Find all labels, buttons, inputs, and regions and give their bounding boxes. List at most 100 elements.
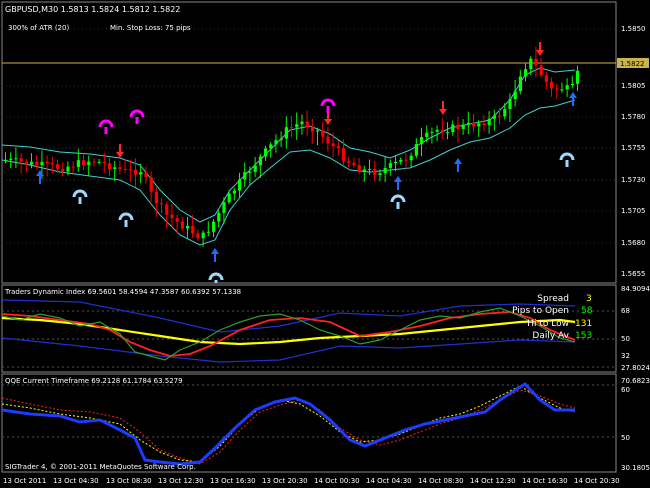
tdi-tick-label: 68 (621, 307, 630, 315)
candle-body (149, 177, 153, 192)
candle-body (451, 124, 455, 133)
time-tick-label: 13 Oct 12:30 (158, 477, 204, 485)
candle-body (492, 115, 496, 119)
candle-body (383, 167, 387, 174)
qqe-tick-label: 60 (621, 386, 630, 394)
sell-arrow-icon (536, 42, 544, 56)
time-tick-label: 14 Oct 04:30 (366, 477, 412, 485)
fractal-bottom-icon (72, 152, 575, 283)
candle-body (456, 124, 460, 129)
candle-body (388, 163, 392, 168)
candle-body (61, 168, 65, 172)
qqe-pane-border (1, 373, 617, 473)
markers-group (36, 42, 577, 283)
price-tick-label: 1.5730 (621, 176, 646, 184)
candle-body (518, 76, 522, 92)
candle-body (180, 221, 184, 229)
qqe-tick-label: 50 (621, 434, 630, 442)
candle-body (570, 83, 574, 86)
candle-body (232, 190, 236, 194)
atr-info-text: 300% of ATR (20) (8, 24, 69, 32)
candle-body (544, 75, 548, 82)
qqe-blue-line (1, 382, 575, 466)
time-tick-label: 13 Oct 08:30 (106, 477, 152, 485)
candle-body (404, 159, 408, 161)
candle-body (279, 138, 283, 141)
candle-body (66, 166, 70, 172)
candle-body (92, 161, 96, 163)
candle-body (9, 158, 13, 160)
candle-body (217, 212, 221, 222)
candle-body (550, 81, 554, 89)
candle-body (560, 89, 564, 91)
candle-body (212, 221, 216, 232)
buy-arrow-icon (211, 248, 219, 262)
candle-body (305, 121, 309, 128)
stat-hi-to-low-value: 131 (575, 319, 592, 329)
candle-body (409, 155, 413, 161)
candle-body (154, 191, 158, 204)
buy-arrow-icon (394, 176, 402, 190)
candle-body (113, 167, 117, 170)
candle-body (420, 137, 424, 145)
candle-body (352, 162, 356, 166)
candle-body (50, 163, 54, 165)
candle-body (269, 144, 273, 149)
time-tick-label: 13 Oct 16:30 (210, 477, 256, 485)
sell-arrow-icon (116, 144, 124, 158)
candle-body (14, 158, 18, 160)
candle-body (310, 127, 314, 132)
candle-body (440, 129, 444, 133)
tdi-yellow-line (1, 316, 576, 346)
stat-spread-label: Spread (537, 294, 569, 304)
time-tick-label: 13 Oct 2011 (3, 477, 46, 485)
current-price-label: 1.5822 (620, 60, 645, 68)
candle-body (222, 202, 226, 213)
candle-body (160, 203, 164, 205)
main-grid (2, 28, 616, 244)
candle-body (461, 124, 465, 129)
candle-body (472, 122, 476, 127)
tdi-tick-label: 32 (621, 352, 630, 360)
candle-body (82, 160, 86, 166)
candle-body (555, 88, 559, 90)
time-tick-label: 14 Oct 00:30 (314, 477, 360, 485)
candle-body (529, 58, 533, 70)
candle-body (362, 169, 366, 173)
candle-body (534, 58, 538, 66)
candle-body (336, 146, 340, 149)
stat-daily-av-value: 153 (575, 331, 592, 341)
sell-arrow-icon (324, 111, 332, 125)
candle-body (331, 143, 335, 147)
candle-body (227, 193, 231, 203)
stat-pips-to-open-value: 58 (581, 306, 593, 316)
candle-body (498, 115, 502, 117)
candle-body (482, 123, 486, 126)
candle-body (295, 124, 299, 128)
candle-body (170, 214, 174, 219)
candle-body (134, 169, 138, 175)
candle-body (347, 160, 351, 163)
candle-body (373, 168, 377, 176)
candle-body (399, 159, 403, 162)
candle-body (144, 172, 148, 178)
stat-spread-value: 3 (586, 294, 592, 304)
candle-body (565, 85, 569, 90)
candle-body (191, 225, 195, 234)
qqe-axis: 70.6823 60 50 30.1805 (621, 377, 650, 472)
candle-body (71, 166, 75, 168)
candles-group (4, 46, 580, 247)
qqe-title: QQE Current Timeframe 69.2128 61.1784 63… (5, 377, 183, 385)
candle-body (290, 127, 294, 129)
candle-body (4, 159, 8, 161)
candle-body (123, 168, 127, 170)
candle-body (394, 161, 398, 164)
candle-body (487, 118, 491, 126)
candle-body (76, 160, 80, 168)
time-axis: 13 Oct 2011 13 Oct 04:30 13 Oct 08:30 13… (3, 477, 620, 485)
time-tick-label: 14 Oct 16:30 (522, 477, 568, 485)
candle-body (248, 171, 252, 173)
qqe-levels (2, 384, 616, 438)
candle-body (513, 91, 517, 100)
candle-body (430, 131, 434, 133)
